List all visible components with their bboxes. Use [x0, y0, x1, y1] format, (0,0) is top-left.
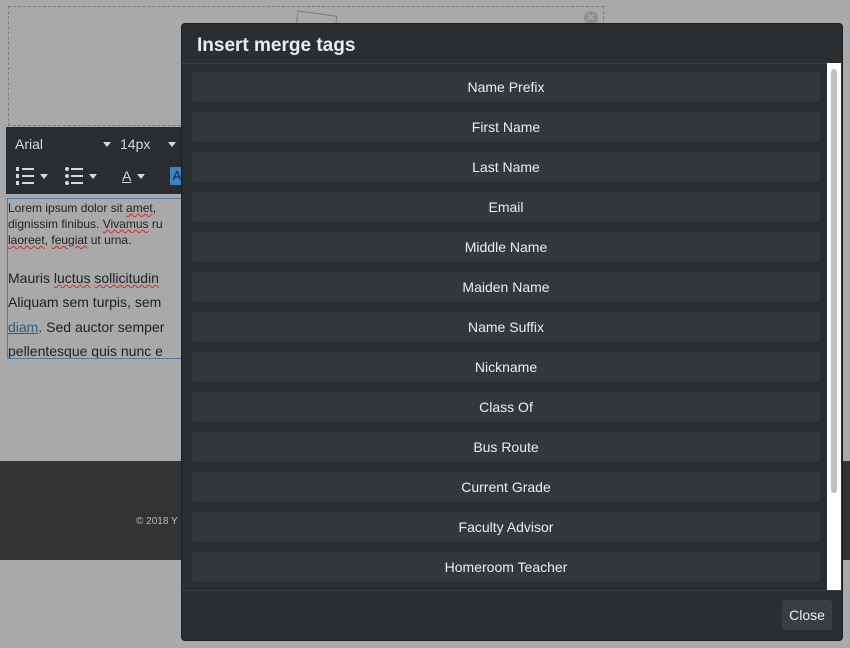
misspelled-word: sollicitudin [94, 270, 159, 286]
merge-tag-item[interactable]: Email [192, 192, 820, 222]
text-color-icon: A [122, 168, 132, 184]
chevron-down-icon [103, 141, 111, 147]
misspelled-word: amet [126, 201, 153, 215]
footer-copyright: © 2018 Y [136, 516, 178, 527]
text-run: dignissim finibus. [8, 217, 103, 231]
bullet-list-icon [65, 167, 83, 185]
text-run: , [152, 201, 157, 215]
modal-footer-divider [182, 590, 842, 591]
numbered-list-icon [16, 167, 34, 185]
scrollbar[interactable] [827, 63, 841, 590]
text-format-toolbar: Arial 14px A A [6, 127, 186, 194]
chevron-down-icon [168, 141, 176, 147]
merge-tag-list: Name Prefix First Name Last Name Email M… [192, 72, 820, 592]
merge-tag-item[interactable]: Last Name [192, 152, 820, 182]
editor-paragraph: Lorem ipsum dolor sit amet, dignissim fi… [8, 200, 196, 248]
scrollbar-thumb[interactable] [831, 69, 837, 493]
merge-tag-item[interactable]: Current Grade [192, 472, 820, 502]
text-run: Aliquam sem turpis, sem [8, 294, 162, 311]
merge-tag-item[interactable]: Class Of [192, 392, 820, 422]
chevron-down-icon [137, 173, 146, 179]
bullet-list-button[interactable] [65, 167, 97, 185]
font-family-value: Arial [15, 136, 44, 152]
modal-header-divider [182, 63, 842, 64]
font-size-select[interactable]: 14px [120, 136, 176, 152]
modal-title: Insert merge tags [197, 35, 356, 56]
merge-tag-item[interactable]: Bus Route [192, 432, 820, 462]
merge-tag-item[interactable]: Faculty Advisor [192, 512, 820, 542]
merge-tag-item[interactable]: Nickname [192, 352, 820, 382]
font-size-value: 14px [120, 136, 151, 152]
merge-tag-item[interactable]: Middle Name [192, 232, 820, 262]
editor-paragraph: Mauris luctus sollicitudin Aliquam sem t… [8, 266, 196, 359]
text-run: ru [148, 217, 163, 231]
text-run: quis nunc e [87, 342, 163, 359]
misspelled-word: feugiat [51, 233, 88, 247]
misspelled-word: luctus [53, 270, 91, 286]
merge-tag-item[interactable]: Name Prefix [192, 72, 820, 102]
merge-tag-item[interactable]: Maiden Name [192, 272, 820, 302]
misspelled-word: Vivamus [102, 217, 149, 231]
merge-tag-item[interactable]: First Name [192, 112, 820, 142]
text-run: Lorem ipsum dolor sit [8, 201, 127, 215]
font-family-select[interactable]: Arial [15, 136, 111, 152]
merge-tag-item[interactable]: Homeroom Teacher [192, 552, 820, 582]
chevron-down-icon [40, 173, 48, 179]
misspelled-word: pellentesque [8, 342, 88, 359]
text-run: ut urna. [87, 233, 132, 247]
text-color-button[interactable]: A [122, 168, 146, 184]
merge-tag-item[interactable]: Name Suffix [192, 312, 820, 342]
text-link[interactable]: diam [8, 319, 38, 335]
chevron-down-icon [89, 173, 97, 179]
text-run: . Sed auctor semper [38, 318, 165, 335]
numbered-list-button[interactable] [16, 167, 48, 185]
rich-text-editor[interactable]: Lorem ipsum dolor sit amet, dignissim fi… [7, 198, 197, 359]
text-run: Mauris [8, 270, 54, 286]
merge-tags-modal: Insert merge tags Name Prefix First Name… [181, 23, 843, 641]
close-button[interactable]: Close [782, 600, 832, 630]
misspelled-word: laoreet [8, 233, 45, 247]
